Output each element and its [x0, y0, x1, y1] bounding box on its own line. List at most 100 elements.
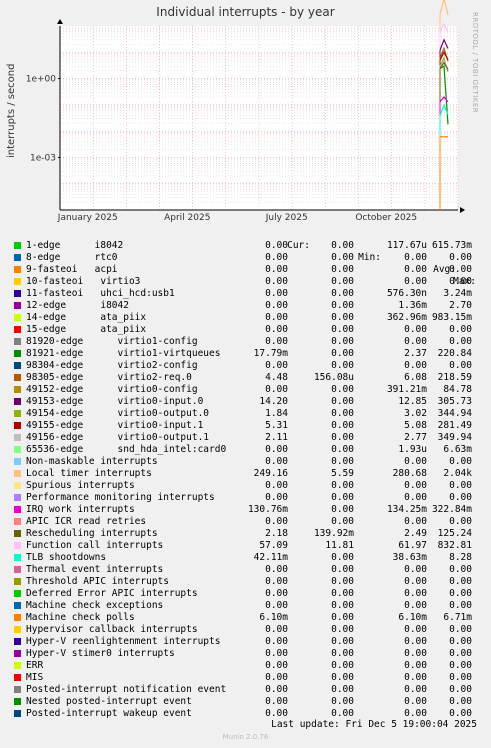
series-line [439, 0, 449, 16]
legend-label: 1-edge i8042 [26, 240, 124, 251]
legend-label: 49153-edge virtio0-input.0 [26, 396, 204, 407]
legend-cur-value: 2.18 [265, 528, 288, 539]
x-tick-label: October 2025 [355, 213, 417, 223]
legend-label: 98305-edge virtio2-req.0 [26, 372, 192, 383]
legend-max-value: 84.78 [443, 384, 472, 395]
y-tick-label: 1e+00 [26, 75, 57, 85]
legend-label: 49152-edge virtio0-config [26, 384, 198, 395]
legend-label: 98304-edge virtio2-config [26, 360, 198, 371]
legend-swatch [14, 494, 21, 501]
legend-label: 9-fasteoi acpi [26, 264, 118, 275]
legend-min-value: 0.00 [331, 696, 354, 707]
munin-version: Munin 2.0.76 [222, 733, 269, 741]
legend-label: Spurious interrupts [26, 480, 135, 491]
legend-swatch [14, 506, 21, 513]
legend-row: 14-edge ata_piix 0.00 0.00 362.96m 983.15m [14, 312, 484, 324]
legend-cur-value: 0.00 [265, 588, 288, 599]
legend-row: 49153-edge virtio0-input.0 14.20 0.00 12.85… [14, 396, 484, 408]
legend-cur-value: 4.48 [265, 372, 288, 383]
y-tick-label: 1e-03 [30, 153, 56, 163]
legend-max-value: 6.63m [443, 444, 472, 455]
legend-row: Posted-interrupt notification event 0.00 0… [14, 684, 484, 696]
legend-label: APIC ICR read retries [26, 516, 147, 527]
legend-cur-value: 0.00 [265, 576, 288, 587]
legend-swatch [14, 650, 21, 657]
legend-row: Function call interrupts 57.09 11.81 61.97 8… [14, 540, 484, 552]
legend-cur-value: 0.00 [265, 696, 288, 707]
legend-min-value: 0.00 [331, 648, 354, 659]
legend-max-value: 0.00 [449, 324, 472, 335]
legend-min-value: 0.00 [331, 432, 354, 443]
legend-swatch [14, 314, 21, 321]
legend-row: Rescheduling interrupts 2.18 139.92m 2.49 12… [14, 528, 484, 540]
legend-min-value: 0.00 [331, 504, 354, 515]
legend-max-value: 615.73m [431, 240, 472, 251]
legend-label: Hypervisor callback interrupts [26, 624, 198, 635]
legend-swatch [14, 374, 21, 381]
legend-max-value: 0.00 [449, 252, 472, 263]
legend-min-value: 0.00 [331, 612, 354, 623]
legend-min-value: 0.00 [331, 336, 354, 347]
legend-swatch [14, 590, 21, 597]
legend-label: 81921-edge virtio1-virtqueues [26, 348, 221, 359]
legend-cur-value: 0.00 [265, 444, 288, 455]
legend-swatch [14, 434, 21, 441]
legend-swatch [14, 626, 21, 633]
legend-max-value: 0.00 [449, 360, 472, 371]
legend-swatch [14, 290, 21, 297]
last-update: Last update: Fri Dec 5 19:00:04 2025 [271, 719, 477, 730]
legend-cur-value: 2.11 [265, 432, 288, 443]
legend-max-value: 0.00 [449, 624, 472, 635]
legend-swatch [14, 302, 21, 309]
legend-min-value: 0.00 [331, 348, 354, 359]
legend-label: 49154-edge virtio0-output.0 [26, 408, 210, 419]
legend-max-value: 2.04k [443, 468, 472, 479]
legend-min-value: 0.00 [331, 492, 354, 503]
legend-min-value: 0.00 [331, 240, 354, 251]
legend-cur-value: 0.00 [265, 240, 288, 251]
legend-max-value: 0.00 [449, 600, 472, 611]
legend-cur-value: 0.00 [265, 312, 288, 323]
legend-swatch [14, 278, 21, 285]
legend-row: 1-edge i8042 0.00 0.00 117.67u 615.73m [14, 240, 484, 252]
legend-row: 49156-edge virtio0-output.1 2.11 0.00 2.77 3… [14, 432, 484, 444]
legend-label: Threshold APIC interrupts [26, 576, 169, 587]
legend-cur-value: 0.00 [265, 480, 288, 491]
legend-min-value: 0.00 [331, 360, 354, 371]
x-tick-label: July 2025 [265, 213, 308, 223]
legend-max-value: 305.73 [437, 396, 472, 407]
legend-cur-value: 0.00 [265, 648, 288, 659]
legend-cur-value: 0.00 [265, 456, 288, 467]
legend-swatch [14, 350, 21, 357]
legend-header: Cur: Min: Avg: Max: [14, 228, 484, 287]
legend-row: Performance monitoring interrupts 0.00 0.0… [14, 492, 484, 504]
legend-row: 98305-edge virtio2-req.0 4.48 156.08u 6.08 2… [14, 372, 484, 384]
legend-min-value: 0.00 [331, 456, 354, 467]
legend-cur-value: 0.00 [265, 660, 288, 671]
y-axis-arrow [57, 19, 63, 24]
legend-row: Deferred Error APIC interrupts 0.00 0.00 0.… [14, 588, 484, 600]
legend-cur-value: 42.11m [253, 552, 288, 563]
legend-cur-value: 5.31 [265, 420, 288, 431]
legend-swatch [14, 458, 21, 465]
legend-swatch [14, 266, 21, 273]
legend-row: 81921-edge virtio1-virtqueues 17.79m 0.00 2… [14, 348, 484, 360]
legend-row: 12-edge i8042 0.00 0.00 1.36m 2.70 [14, 300, 484, 312]
legend-cur-value: 57.09 [259, 540, 288, 551]
legend-max-value: 0.00 [449, 684, 472, 695]
legend-max-value: 6.71m [443, 612, 472, 623]
legend-cur-value: 0.00 [265, 516, 288, 527]
legend-max-value: 0.00 [449, 564, 472, 575]
legend-row: 49152-edge virtio0-config 0.00 0.00 391.21m… [14, 384, 484, 396]
legend-swatch [14, 410, 21, 417]
legend-min-value: 0.00 [331, 552, 354, 563]
legend-swatch [14, 326, 21, 333]
legend-label: 12-edge i8042 [26, 300, 129, 311]
legend-cur-value: 0.00 [265, 492, 288, 503]
legend-max-value: 0.00 [449, 576, 472, 587]
legend-label: Non-maskable interrupts [26, 456, 158, 467]
legend-row: Machine check polls 6.10m 0.00 6.10m 6.71m [14, 612, 484, 624]
legend-swatch [14, 446, 21, 453]
legend-row: 15-edge ata_piix 0.00 0.00 0.00 0.00 [14, 324, 484, 336]
legend-swatch [14, 638, 21, 645]
